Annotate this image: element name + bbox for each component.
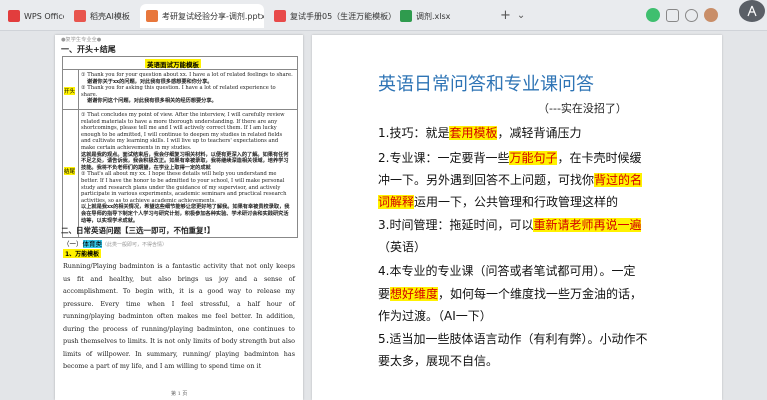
- open-en-1: ① Thank you for your question about xx. …: [81, 72, 293, 78]
- template-box: 英语面试万能模板 开头 结尾 ① Thank you for your ques…: [62, 56, 298, 238]
- slide-line-6: （英语）: [378, 240, 427, 254]
- slide-line-11: 要太多，展现不自信。: [378, 354, 499, 368]
- wps-logo-icon: [8, 10, 20, 22]
- close-text: ① That concludes my point of view. After…: [81, 112, 293, 224]
- subsection-note: （此类一般即可，不得含情）: [102, 242, 168, 248]
- section-2-text: 二、日常英语问题【三选一即可，不怕重复!】: [61, 226, 215, 235]
- highlight: 背过的名: [594, 173, 643, 187]
- template-heading: 1、万能模板: [63, 249, 102, 258]
- pdf-file-icon: [274, 10, 286, 22]
- box-title: 英语面试万能模板: [145, 59, 201, 69]
- slide-line-4: 词解释运用一下，公共管理和行政管理这样的: [378, 193, 618, 210]
- highlight: 想好维度: [390, 287, 439, 301]
- open-label: 开头: [64, 87, 76, 95]
- highlight: 万能句子: [509, 151, 558, 165]
- line-text: 1.技巧：就是: [378, 126, 450, 140]
- chevron-down-icon[interactable]: ⌄: [517, 10, 525, 21]
- tab-pptx[interactable]: 考研复试经验分享-调剂.pptx ×: [140, 4, 264, 28]
- clock-icon[interactable]: [685, 8, 698, 22]
- line-text: 2.专业课：一定要背一些: [378, 151, 510, 165]
- page-header-note: ●复学生专业全●: [61, 37, 102, 43]
- template-icon: [74, 10, 86, 22]
- title-tab-bar: WPS Office 稻壳AI模板 考研复试经验分享-调剂.pptx × 复试手…: [0, 0, 767, 31]
- slide-line-8: 要想好维度，如何每一个维度找一些万金油的话，: [378, 285, 642, 302]
- line-text: ，如何每一个维度找一些万金油的话，: [438, 287, 643, 301]
- slide-title: 英语日常问答和专业课问答: [378, 74, 594, 95]
- slide-line-9: 作为过渡。（AI一下）: [378, 309, 492, 323]
- line-text: ，在卡壳时候缓: [557, 151, 642, 165]
- highlight: 套用模板: [449, 126, 498, 140]
- menu-glyph-icon: [747, 5, 757, 17]
- slide-line-3: 冲一下。另外遇到回答不上问题，可找你背过的名: [378, 171, 643, 188]
- line-text: 运用一下，公共管理和行政管理这样的: [414, 195, 619, 209]
- close-en-1: ① That concludes my point of view. After…: [81, 112, 285, 151]
- subsection-title: 体育类: [82, 240, 102, 248]
- slide-line-10: 5.适当加一些肢体语言动作（有利有弊）。小动作不: [378, 332, 648, 346]
- close-en-2: ② That's all about my xx. I hope these d…: [81, 171, 287, 204]
- open-cn-2: 谢谢你问这个问题，对此我有很多相关的经历想要分享。: [87, 98, 217, 105]
- pptx-file-icon: [146, 10, 158, 22]
- tab-label: 调剂.xlsx: [416, 11, 451, 21]
- avatar[interactable]: [704, 8, 718, 22]
- highlight: 词解释: [378, 195, 415, 209]
- menu-icon[interactable]: [739, 0, 765, 22]
- close-cn-2: 以上就是我xx的相关情况，希望这些细节能够让您更好地了解我。如果有幸被贵校录取，…: [81, 204, 290, 224]
- slide-line-2: 2.专业课：一定要背一些万能句子，在卡壳时候缓: [378, 149, 641, 166]
- tab-label: 稻壳AI模板: [90, 11, 130, 21]
- tab-pdf[interactable]: 复试手册05（生涯万能模板）.pdf: [268, 4, 392, 28]
- xlsx-file-icon: [400, 10, 412, 22]
- slide-line-7: 4.本专业的专业课（问答或者笔试都可用）。一定: [378, 264, 636, 278]
- new-tab-group: + ⌄: [500, 7, 525, 23]
- page-number: 第 1 页: [171, 391, 188, 397]
- section-2-heading: 二、日常英语问题【三选一即可，不怕重复!】: [61, 225, 214, 236]
- sync-icon[interactable]: [646, 8, 660, 22]
- line-text: ，减轻背诵压力: [497, 126, 582, 140]
- slide-line-1: 1.技巧：就是套用模板，减轻背诵压力: [378, 124, 581, 141]
- open-en-2: ② Thank you for asking this question. I …: [81, 85, 276, 98]
- tile-icon[interactable]: [666, 8, 679, 22]
- tab-label: 考研复试经验分享-调剂.pptx: [162, 11, 264, 21]
- slide-line-5: 3.时间管理：拖延时间，可以重新请老师再说一遍: [378, 216, 642, 233]
- open-text: ① Thank you for your question about xx. …: [81, 72, 293, 105]
- tab-template[interactable]: 稻壳AI模板: [68, 4, 136, 28]
- close-label: 结尾: [64, 167, 76, 175]
- tab-wps-office[interactable]: WPS Office: [2, 4, 64, 28]
- close-cn-1: 这就是我的观点。面试结束后，我会仔细复习相关材料，以便有更深入的了解。如果有任何…: [81, 151, 289, 171]
- line-text: 冲一下。另外遇到回答不上问题，可找你: [378, 173, 595, 187]
- tab-xlsx[interactable]: 调剂.xlsx: [394, 4, 490, 28]
- slide-subtitle: （---实在没招了）: [538, 102, 627, 115]
- tab-label: 复试手册05（生涯万能模板）.pdf: [290, 11, 392, 21]
- section-heading: 一、开头+结尾: [61, 45, 116, 54]
- line-text: 要: [378, 287, 391, 301]
- new-tab-icon[interactable]: +: [500, 8, 511, 23]
- highlight: 重新请老师再说一遍: [533, 218, 642, 232]
- tab-label: WPS Office: [24, 11, 64, 21]
- subsection: （一）体育类（此类一般即可，不得含情）: [63, 238, 167, 248]
- subsection-prefix: （一）: [63, 240, 83, 248]
- sports-paragraph: Running/Playing badminton is a fantastic…: [63, 262, 295, 370]
- window-tools: [646, 7, 718, 23]
- line-text: 3.时间管理：拖延时间，可以: [378, 218, 534, 232]
- open-cn-1: 谢谢你关于xx的问题，对此我有很多感想要和你分享。: [87, 78, 213, 85]
- pdf-page[interactable]: ●复学生专业全● 一、开头+结尾 英语面试万能模板 开头 结尾 ① Thank …: [55, 35, 303, 400]
